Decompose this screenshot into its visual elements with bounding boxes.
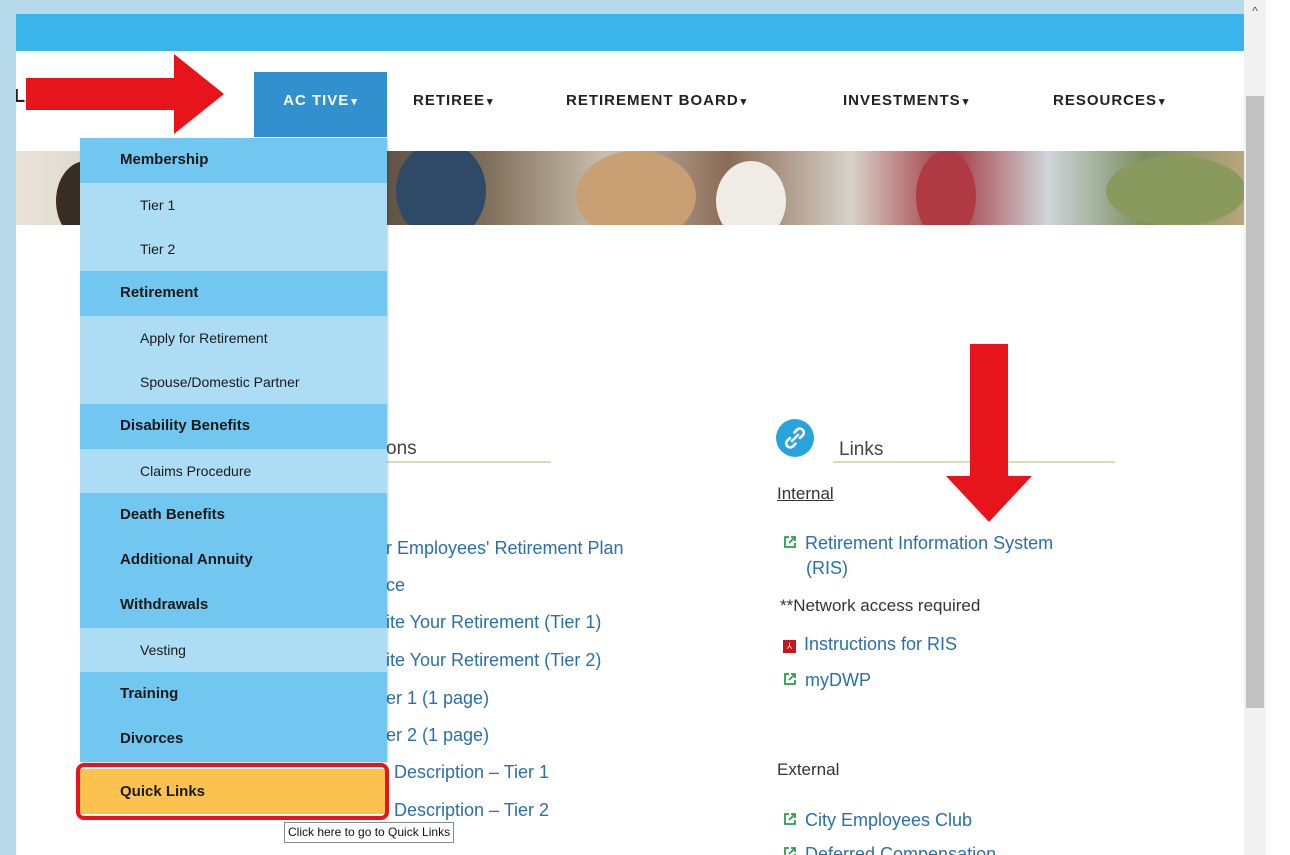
nav-retirement-board[interactable]: RETIREMENT BOARD ▾	[566, 72, 747, 137]
menu-item-withdrawals[interactable]: Withdrawals	[80, 583, 387, 628]
window-frame-top	[0, 0, 1290, 14]
publication-link[interactable]: r Employees' Retirement Plan	[386, 538, 624, 559]
links-title-underline	[833, 461, 1115, 463]
top-header-strip	[16, 14, 1244, 51]
instructions-ris-label: Instructions for RIS	[804, 634, 958, 654]
vertical-scrollbar[interactable]: ^	[1244, 0, 1266, 855]
menu-item-divorces[interactable]: Divorces	[80, 717, 387, 762]
site-logo-partial[interactable]: LAN	[16, 86, 51, 107]
nav-investments[interactable]: INVESTMENTS ▾	[843, 72, 969, 137]
city-employees-club-label: City Employees Club	[805, 810, 973, 830]
scroll-up-arrow-icon[interactable]: ^	[1244, 2, 1266, 20]
instructions-ris-link[interactable]: ⅄ Instructions for RIS	[783, 634, 957, 655]
menu-item-claims-procedure[interactable]: Claims Procedure	[80, 449, 387, 493]
web-page: LAN AC TIVE ▾ RETIREE ▾ RETIREMENT BOARD ▾ …	[16, 14, 1244, 855]
publication-link[interactable]: ite Your Retirement (Tier 2)	[386, 650, 601, 671]
external-label: External	[777, 760, 840, 779]
quick-links-tooltip: Click here to go to Quick Links	[284, 822, 455, 843]
menu-item-membership[interactable]: Membership	[80, 138, 387, 183]
ris-link-line2[interactable]: (RIS)	[806, 558, 848, 579]
publication-link[interactable]: Description – Tier 1	[394, 762, 549, 783]
nav-active[interactable]: AC TIVE ▾	[254, 72, 387, 137]
network-access-note: **Network access required	[780, 596, 981, 615]
mydwp-label: myDWP	[805, 670, 871, 690]
scrollbar-thumb[interactable]	[1246, 96, 1264, 708]
red-arrow-down-icon	[946, 344, 1032, 522]
internal-label: Internal	[777, 484, 834, 503]
external-link-icon	[783, 812, 797, 829]
window-frame-left	[0, 0, 16, 855]
pdf-icon: ⅄	[783, 640, 796, 653]
publication-link[interactable]: ce	[386, 575, 405, 596]
chevron-down-icon: ▾	[1159, 96, 1166, 108]
external-link-icon	[783, 535, 797, 552]
menu-item-apply-for-retirement[interactable]: Apply for Retirement	[80, 316, 387, 360]
publications-section-title: ons	[386, 438, 417, 459]
menu-item-retirement[interactable]: Retirement	[80, 271, 387, 316]
external-link-icon	[783, 672, 797, 689]
active-dropdown-menu: Membership Tier 1 Tier 2 Retirement Appl…	[80, 138, 387, 762]
menu-item-additional-annuity[interactable]: Additional Annuity	[80, 538, 387, 583]
chevron-down-icon: ▾	[740, 96, 748, 108]
nav-resources[interactable]: RESOURCES ▾	[1053, 72, 1166, 137]
publication-link[interactable]: ite Your Retirement (Tier 1)	[386, 612, 601, 633]
city-employees-club-link[interactable]: City Employees Club	[783, 810, 972, 831]
ris-link-label: Retirement Information System	[805, 533, 1054, 553]
deferred-compensation-link[interactable]: Deferred Compensation	[783, 844, 996, 855]
menu-item-tier-1[interactable]: Tier 1	[80, 183, 387, 227]
ris-link[interactable]: Retirement Information System	[783, 533, 1053, 554]
window-right-edge	[1266, 0, 1290, 855]
menu-item-quick-links[interactable]: Quick Links	[80, 769, 387, 814]
publication-link[interactable]: Description – Tier 2	[394, 800, 549, 821]
chevron-down-icon: ▾	[351, 96, 358, 108]
publication-link[interactable]: er 1 (1 page)	[386, 688, 489, 709]
chevron-down-icon: ▾	[962, 96, 970, 108]
menu-item-disability-benefits[interactable]: Disability Benefits	[80, 404, 387, 449]
menu-item-spouse-domestic-partner[interactable]: Spouse/Domestic Partner	[80, 360, 387, 404]
links-section-title: Links	[839, 439, 884, 460]
menu-item-training[interactable]: Training	[80, 672, 387, 717]
menu-item-vesting[interactable]: Vesting	[80, 628, 387, 672]
publications-title-underline	[386, 461, 551, 463]
publication-link[interactable]: er 2 (1 page)	[386, 725, 489, 746]
mydwp-link[interactable]: myDWP	[783, 670, 871, 691]
nav-resources-label: RESOURCES	[1053, 92, 1158, 109]
chevron-down-icon: ▾	[487, 96, 494, 108]
nav-retiree[interactable]: RETIREE ▾	[413, 72, 494, 137]
nav-retiree-label: RETIREE	[413, 92, 486, 109]
chain-link-icon	[776, 419, 814, 457]
nav-retirement-board-label: RETIREMENT BOARD	[566, 92, 739, 109]
menu-item-tier-2[interactable]: Tier 2	[80, 227, 387, 271]
external-link-icon	[783, 846, 797, 855]
nav-investments-label: INVESTMENTS	[843, 92, 961, 109]
menu-item-death-benefits[interactable]: Death Benefits	[80, 493, 387, 538]
nav-active-label: AC TIVE	[283, 92, 350, 109]
deferred-compensation-label: Deferred Compensation	[805, 844, 997, 855]
